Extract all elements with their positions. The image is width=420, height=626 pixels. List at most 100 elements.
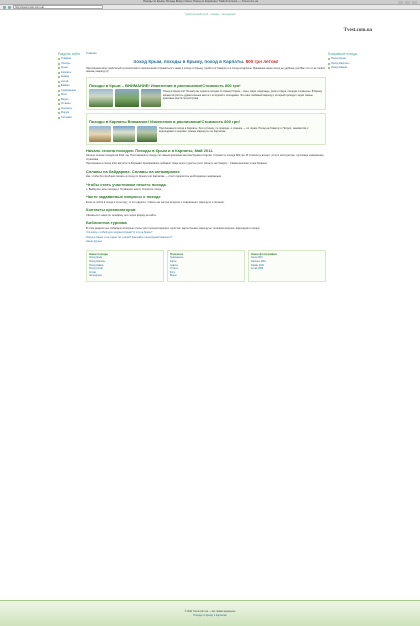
bullet-icon: [58, 98, 60, 101]
menu-link[interactable]: Экспедиции: [89, 275, 161, 278]
friends-link[interactable]: Наши друзья: [86, 240, 326, 244]
right-item-label: Поход Карпаты: [331, 61, 350, 65]
crimea-photos: Поход в Крым или Почему мы ходим в поход…: [89, 89, 323, 108]
menu-box-1: Наши походы Поход Крым Поход Карпаты Поход…: [86, 249, 164, 282]
forward-icon[interactable]: [8, 5, 11, 9]
title-main: поход Крым, походы в Крыму, поход в Карп…: [133, 58, 245, 64]
carp-text: Приглашаем в поход в Карпаты, без гостин…: [159, 126, 309, 134]
right-item[interactable]: Поход Крым: [328, 57, 368, 61]
library-heading[interactable]: Библиотека туризма: [86, 220, 326, 225]
bullet-icon: [58, 94, 60, 97]
right-item-label: Поход Кавказ: [331, 66, 348, 70]
question-link-2[interactable]: Поход в Крым, а не отдых ли у моря? Как …: [86, 236, 326, 240]
sidebar-item[interactable]: Кавказ: [58, 75, 84, 79]
kayak-heading[interactable]: Сплавы на байдарках. Сплавы на катамаран…: [86, 169, 326, 174]
back-icon[interactable]: [3, 5, 6, 9]
url-input[interactable]: http://www.tvrest.com.ua/: [13, 5, 103, 9]
sidebar-item-label: Видео: [61, 97, 69, 101]
season-heading[interactable]: Начало сезона походов: Походы в Крым и в…: [86, 148, 326, 153]
carpathians-photos: Приглашаем в поход в Карпаты, без гостин…: [89, 125, 323, 142]
maximize-button[interactable]: [405, 0, 410, 4]
bullet-icon: [58, 58, 60, 61]
season-text-2: Приглашаем в поход 23го августа по Боржа…: [86, 162, 268, 166]
sidebar-item-label: Карпаты: [61, 70, 72, 74]
sidebar-item-label: Походы: [61, 61, 71, 65]
right-item[interactable]: Поход Кавказ: [328, 66, 368, 70]
crimea-photo-3[interactable]: [141, 89, 161, 108]
footer-link[interactable]: Походы по Крыму и Карпатам: [193, 614, 226, 617]
bullet-icon: [58, 89, 60, 92]
bullet-icon: [58, 76, 60, 79]
sidebar-item-label: Главная: [61, 57, 71, 61]
library-text: В этом разделе мы собираем полезные стат…: [86, 226, 261, 230]
breadcrumb[interactable]: Главная: [86, 51, 326, 56]
sidebar-item-label: Кавказ: [61, 75, 70, 79]
left-heading: Разделы сайта: [58, 52, 81, 56]
sidebar-item[interactable]: Фото: [58, 93, 84, 97]
sidebar-item[interactable]: Карпаты: [58, 71, 84, 75]
bullet-icon: [58, 107, 60, 110]
sidebar-item-label: Крым: [61, 66, 68, 70]
sidebar-item[interactable]: Отзывы: [58, 102, 84, 106]
faq-text: Если не пойти в поход в этом году, то эт…: [86, 200, 225, 204]
sidebar-item[interactable]: Походы: [58, 62, 84, 66]
carpathians-heading[interactable]: Походы в Карпаты Внимание! Изменения в р…: [89, 119, 323, 124]
sidebar-item[interactable]: Алтай: [58, 80, 84, 84]
title-price: 800 грн летом!: [245, 58, 279, 64]
menu-link[interactable]: Видео: [170, 275, 242, 278]
bullet-icon: [58, 103, 60, 106]
contacts-heading[interactable]: Контакты организаторов: [86, 207, 326, 212]
crimea-section: Походы в Крым – ВНИМАНИЕ! Изменения в ра…: [86, 76, 326, 111]
sidebar-item-label: Форум: [61, 111, 69, 115]
bullet-icon: [58, 116, 60, 119]
bullet-icon: [58, 80, 60, 83]
bullet-icon: [328, 58, 330, 61]
question-link-1[interactable]: Что взять с собой для похода в Крым? А ч…: [86, 231, 326, 235]
menu-link[interactable]: Алтай 2009: [251, 268, 323, 271]
right-item-label: Поход Крым: [331, 57, 346, 61]
sidebar-item[interactable]: Видео: [58, 98, 84, 102]
carpathians-section: Походы в Карпаты Внимание! Изменения в р…: [86, 113, 326, 145]
menu-title: Наши походы: [89, 251, 109, 256]
window-controls: [398, 0, 417, 4]
sidebar-item[interactable]: Контакты: [58, 107, 84, 111]
right-item[interactable]: Поход Карпаты: [328, 62, 368, 66]
crimea-photo-1[interactable]: [89, 89, 113, 108]
top-strip: туристический клуб · походы · экспедиции: [0, 10, 420, 20]
faq-heading[interactable]: Часто задаваемые вопросы о походе: [86, 194, 326, 199]
join-text: 1. Выберите даты похода 2. Позвоните нам…: [86, 187, 162, 191]
sidebar-item[interactable]: Форум: [58, 111, 84, 115]
bottom-menus: Наши походы Поход Крым Поход Карпаты Поход…: [86, 249, 326, 282]
crimea-photo-2[interactable]: [115, 89, 139, 108]
sidebar-item[interactable]: Главная: [58, 57, 84, 61]
carp-photo-3[interactable]: [137, 125, 157, 142]
season-text: Начало сезона походов на 2011 год. Пригл…: [86, 154, 325, 161]
sidebar-item[interactable]: Крым: [58, 66, 84, 70]
site-logo[interactable]: Tvest.com.ua: [344, 28, 372, 35]
menu-title: Наши фотографии: [251, 251, 277, 256]
bullet-icon: [58, 67, 60, 70]
window-title: Походы по Крыму. Походы Вокруг Света. По…: [143, 0, 258, 4]
sidebar-item[interactable]: Байкал: [58, 84, 84, 88]
sidebar-item-label: Фото: [61, 93, 67, 97]
sidebar-item[interactable]: Снаряжение: [58, 89, 84, 93]
sidebar-item-label: Отзывы: [61, 102, 71, 106]
crimea-heading[interactable]: Походы в Крым – ВНИМАНИЕ! Изменения в ра…: [89, 83, 323, 88]
browser-window: Походы по Крыму. Походы Вокруг Света. По…: [0, 0, 420, 626]
bullet-icon: [58, 62, 60, 65]
page: туристический клуб · походы · экспедиции…: [0, 10, 420, 626]
bullet-icon: [328, 67, 330, 70]
close-button[interactable]: [412, 0, 417, 4]
menu-box-2: Полезное Снаряжение Карты Советы Отчёты Фото…: [167, 249, 245, 282]
sidebar-item-label: Гостевая: [61, 115, 72, 119]
intro-text: Приглашаем всех любителей путешествий и …: [86, 66, 326, 74]
contacts-text: Связаться с нами по телефону или через ф…: [86, 213, 157, 217]
bullet-icon: [58, 85, 60, 88]
page-title: поход Крым, походы в Крыму, поход в Карп…: [86, 59, 326, 65]
join-heading[interactable]: Чтобы стать участником пешего похода: [86, 182, 326, 187]
minimize-button[interactable]: [398, 0, 403, 4]
carp-photo-1[interactable]: [89, 125, 111, 142]
crimea-text: Поход в Крым или Почему мы ходим в поход…: [163, 90, 323, 101]
carp-photo-2[interactable]: [113, 125, 135, 142]
sidebar-item[interactable]: Гостевая: [58, 116, 84, 120]
